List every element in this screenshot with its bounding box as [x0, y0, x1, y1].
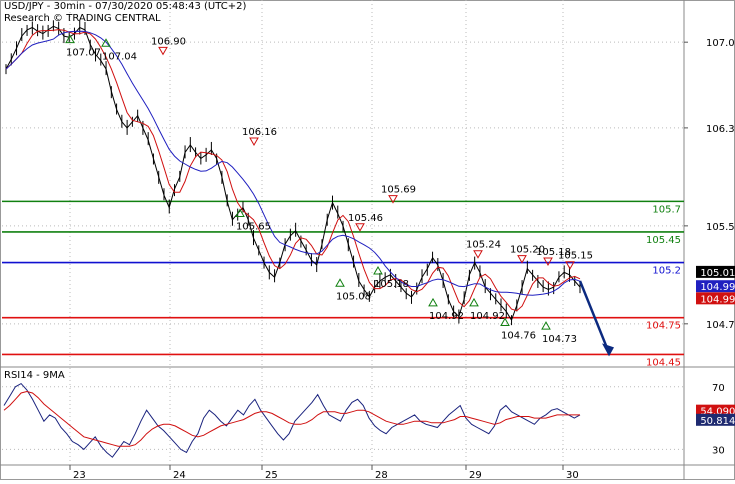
- sell-signal-marker: [473, 250, 483, 259]
- price-tick-label: 107.0: [706, 38, 735, 49]
- key-level-label: 105.7: [652, 204, 681, 215]
- peak-price-label: 105.46: [348, 213, 383, 224]
- chart-canvas: 105.7 105.45 105.2 104.75 104.45 106.90 106.1…: [0, 0, 735, 481]
- trough-price-label: 105.18: [374, 279, 409, 290]
- sell-signal-marker: [158, 46, 168, 56]
- price-badge-label: 105.018: [700, 268, 735, 279]
- price-tick-label: 106.3: [706, 124, 735, 135]
- price-close-line: [5, 25, 581, 322]
- outer-frame: [0, 0, 735, 480]
- key-level-label: 104.75: [646, 321, 681, 332]
- trough-price-label: 105.08: [336, 291, 371, 302]
- peak-price-label: 106.16: [242, 127, 277, 138]
- trough-price-label: 104.92: [429, 311, 464, 322]
- rsi-tick-label: 70: [712, 383, 725, 394]
- trough-price-label: 107.07: [66, 48, 101, 59]
- time-tick-label: 30: [566, 470, 579, 480]
- trough-price-label: 104.73: [542, 334, 577, 345]
- key-level-label: 104.45: [646, 357, 681, 368]
- ma-slow-line: [5, 30, 581, 296]
- price-tick-label: 105.5: [706, 222, 735, 233]
- buy-signal-marker: [335, 278, 345, 287]
- sell-signal-marker: [355, 223, 365, 232]
- peak-price-label: 105.69: [381, 185, 416, 196]
- chart-svg: 105.7 105.45 105.2 104.75 104.45 106.90 106.1…: [0, 0, 735, 481]
- rsi-series-1: [3, 390, 580, 447]
- time-tick-label: 28: [375, 470, 388, 480]
- buy-signal-marker: [541, 321, 551, 330]
- trough-price-label: 107.04: [102, 51, 137, 62]
- sell-signal-marker: [517, 255, 527, 264]
- buy-signal-marker: [469, 297, 479, 307]
- key-level-label: 105.45: [646, 235, 681, 246]
- projection-arrow-shaft: [578, 280, 610, 351]
- time-tick-label: 23: [73, 470, 86, 480]
- trough-price-label: 104.92: [470, 311, 505, 322]
- peak-price-label: 105.15: [558, 251, 593, 262]
- rsi-badge-label: 50.8143: [700, 416, 735, 427]
- chart-header-credit: Research © TRADING CENTRAL: [4, 13, 161, 24]
- key-level-label: 105.2: [652, 266, 681, 277]
- trough-price-label: 105.65: [236, 221, 271, 232]
- buy-signal-marker: [373, 266, 383, 275]
- sell-signal-marker: [543, 257, 553, 267]
- time-tick-label: 25: [265, 470, 278, 480]
- time-tick-label: 24: [173, 470, 186, 480]
- chart-header-title: USD/JPY - 30min - 07/30/2020 05:48:43 (U…: [4, 1, 247, 12]
- peak-price-label: 106.90: [151, 36, 186, 47]
- rsi-series-0: [3, 382, 581, 458]
- price-tick-label: 104.7: [706, 320, 735, 331]
- sell-signal-marker: [249, 137, 259, 147]
- rsi-tick-label: 30: [712, 445, 725, 456]
- price-badge-label: 104.998: [700, 294, 735, 305]
- peak-price-label: 105.24: [466, 240, 501, 251]
- ma-fast-line: [5, 29, 581, 312]
- time-tick-label: 29: [469, 470, 482, 480]
- rsi-panel-title: RSI14 - 9MA: [4, 370, 65, 381]
- buy-signal-marker: [428, 297, 438, 307]
- trough-price-label: 104.76: [501, 330, 536, 341]
- price-badge-label: 104.999: [700, 282, 735, 293]
